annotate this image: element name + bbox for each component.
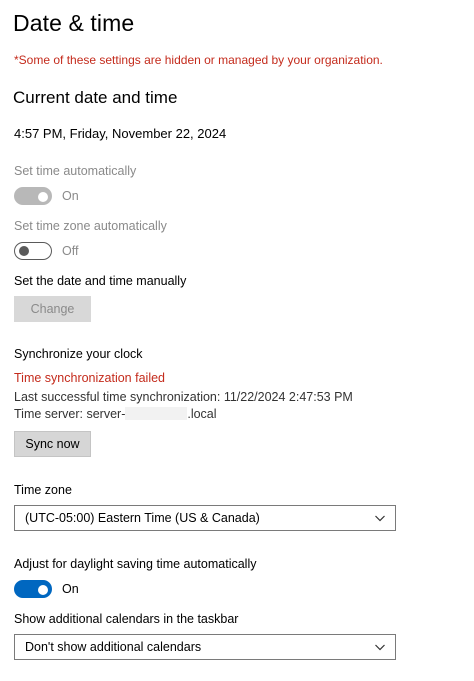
timezone-dropdown[interactable]: (UTC-05:00) Eastern Time (US & Canada): [14, 505, 396, 531]
redacted-server-name: [125, 407, 188, 420]
time-server-suffix: .local: [187, 407, 217, 421]
dst-label: Adjust for daylight saving time automati…: [14, 557, 257, 571]
time-server-info: Time server: server- .local: [14, 407, 217, 421]
toggle-knob: [38, 585, 48, 595]
auto-timezone-toggle[interactable]: [14, 242, 52, 260]
timezone-label: Time zone: [14, 483, 72, 497]
sync-failed-status: Time synchronization failed: [14, 371, 165, 385]
org-managed-notice: *Some of these settings are hidden or ma…: [14, 53, 383, 67]
time-server-prefix: Time server: server-: [14, 407, 126, 421]
chevron-down-icon: [375, 515, 385, 522]
toggle-knob: [38, 192, 48, 202]
sync-now-button[interactable]: Sync now: [14, 431, 91, 457]
dst-toggle[interactable]: [14, 580, 52, 598]
last-sync-info: Last successful time synchronization: 11…: [14, 390, 353, 404]
chevron-down-icon: [375, 644, 385, 651]
auto-timezone-state: Off: [62, 244, 79, 258]
sync-clock-label: Synchronize your clock: [14, 347, 143, 361]
timezone-selected-value: (UTC-05:00) Eastern Time (US & Canada): [25, 511, 260, 525]
page-title: Date & time: [13, 10, 135, 36]
calendars-selected-value: Don't show additional calendars: [25, 640, 202, 654]
change-button[interactable]: Change: [14, 296, 91, 322]
current-date-time-heading: Current date and time: [13, 88, 178, 107]
current-date-time-value: 4:57 PM, Friday, November 22, 2024: [14, 126, 227, 141]
additional-calendars-dropdown[interactable]: Don't show additional calendars: [14, 634, 396, 660]
auto-time-toggle[interactable]: [14, 187, 52, 205]
additional-calendars-label: Show additional calendars in the taskbar: [14, 612, 239, 626]
manual-time-label: Set the date and time manually: [14, 274, 187, 288]
toggle-knob: [19, 246, 29, 256]
auto-timezone-label: Set time zone automatically: [14, 219, 167, 233]
dst-state: On: [62, 582, 79, 596]
auto-time-label: Set time automatically: [14, 164, 137, 178]
auto-time-state: On: [62, 189, 79, 203]
